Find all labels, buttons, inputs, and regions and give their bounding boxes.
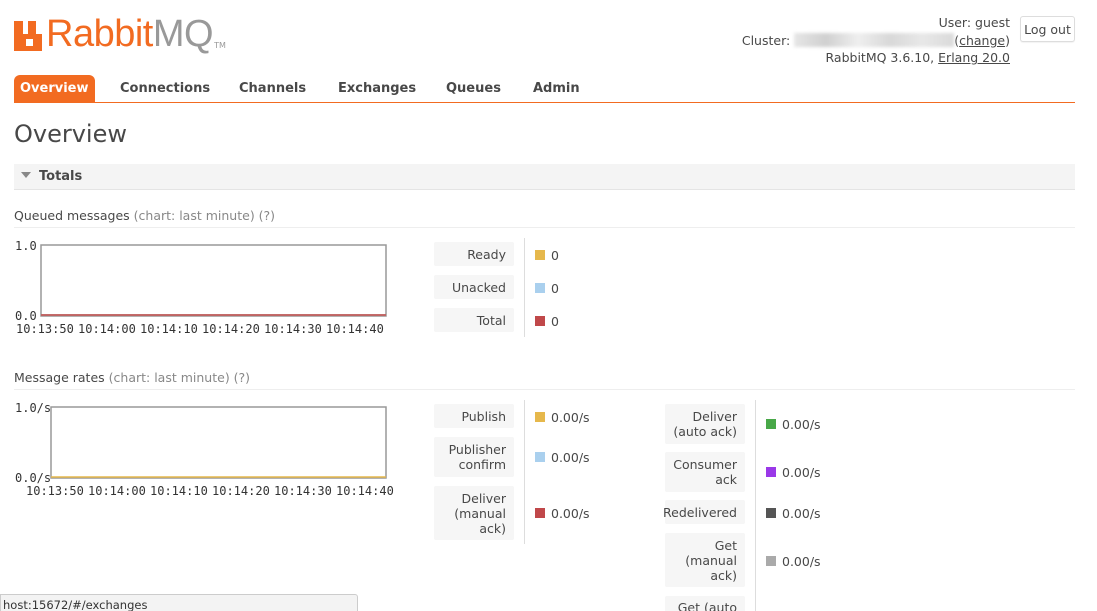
publish-swatch-icon [535, 412, 545, 422]
queued-chart-plot-area [40, 244, 387, 317]
redelivered-label: Redelivered [663, 500, 745, 524]
logo-trademark: TM [214, 41, 226, 50]
queued-total-label: Total [434, 308, 514, 332]
totals-section-title: Totals [39, 169, 83, 184]
rates-chart-xtick-1: 10:14:00 [88, 484, 146, 498]
message-rates-title: Message rates [14, 370, 105, 385]
queued-chart-xtick-2: 10:14:10 [140, 322, 198, 336]
cluster-name-redacted [794, 32, 955, 47]
consumer-ack-swatch-icon [766, 467, 776, 477]
queued-ready-value: 0 [535, 247, 559, 263]
queued-chart-xtick-1: 10:14:00 [78, 322, 136, 336]
user-name: guest [975, 15, 1010, 30]
consumer-ack-label: Consumer ack [665, 452, 745, 492]
rates-chart-ytick-min: 0.0/s [15, 471, 51, 485]
deliver-auto-ack-value: 0.00/s [766, 416, 821, 432]
message-rates-chart: 1.0/s 0.0/s10:13:50 10:14:00 10:14:10 10:14:… [15, 401, 394, 498]
browser-status-bar: host:15672/#/exchanges [0, 594, 358, 611]
queued-messages-heading: Queued messages (chart: last minute) (?) [14, 208, 1075, 228]
user-label: User: [938, 15, 972, 30]
queued-unacked-value: 0 [535, 280, 559, 296]
ready-swatch-icon [535, 250, 545, 260]
main-nav-tabs: Overview Connections Channels Exchanges … [14, 75, 1075, 103]
tab-channels[interactable]: Channels [233, 75, 312, 102]
queued-chart-ytick-min: 0.0 [15, 309, 37, 323]
rates-chart-ytick-max: 1.0/s [15, 401, 51, 415]
deliver-manual-ack-label: Deliver (manual ack) [434, 486, 514, 540]
get-manual-ack-label: Get (manual ack) [665, 533, 745, 587]
redelivered-value: 0.00/s [766, 505, 821, 521]
consumer-ack-value: 0.00/s [766, 464, 821, 480]
queued-chart-xtick-3: 10:14:20 [202, 322, 260, 336]
get-manual-ack-value: 0.00/s [766, 553, 821, 569]
tab-overview[interactable]: Overview [14, 75, 95, 102]
queued-chart-xtick-4: 10:14:30 [264, 322, 322, 336]
queued-messages-title: Queued messages [14, 208, 130, 223]
queued-chart-xtick-0: 10:13:50 [16, 322, 74, 336]
tab-queues[interactable]: Queues [440, 75, 507, 102]
page-title: Overview [14, 120, 127, 148]
deliver-auto-ack-label: Deliver (auto ack) [665, 404, 745, 444]
rates-chart-xtick-0: 10:13:50 [26, 484, 84, 498]
rates-chart-xtick-2: 10:14:10 [150, 484, 208, 498]
queued-chart-options-link[interactable]: (chart: last minute) (?) [134, 208, 275, 223]
totals-section-toggle[interactable]: Totals [14, 164, 1075, 190]
version-text: RabbitMQ 3.6.10, [825, 50, 935, 65]
publish-label: Publish [434, 404, 514, 428]
redelivered-swatch-icon [766, 508, 776, 518]
collapse-triangle-icon [21, 172, 31, 178]
rabbitmq-logo-icon [14, 21, 42, 51]
erlang-link[interactable]: Erlang 20.0 [938, 50, 1010, 65]
publisher-confirm-label: Publisher confirm [434, 437, 514, 477]
rabbitmq-logo[interactable]: RabbitMQ TM [14, 14, 226, 54]
publisher-confirm-swatch-icon [535, 452, 545, 462]
cluster-row: Cluster: (change) [741, 32, 1010, 48]
cluster-label: Cluster: [741, 32, 791, 48]
queued-chart-xtick-5: 10:14:40 [326, 322, 384, 336]
user-row: User: guest [742, 14, 1010, 32]
message-rates-heading: Message rates (chart: last minute) (?) [14, 370, 1075, 390]
queued-divider [524, 238, 525, 337]
queued-chart-ytick-max: 1.0 [15, 239, 37, 253]
queued-unacked-label: Unacked [434, 275, 514, 299]
unacked-swatch-icon [535, 283, 545, 293]
deliver-manual-swatch-icon [535, 508, 545, 518]
deliver-auto-swatch-icon [766, 419, 776, 429]
publish-value: 0.00/s [535, 409, 590, 425]
logout-button[interactable]: Log out [1020, 16, 1075, 42]
get-auto-ack-label: Get (auto [665, 596, 745, 611]
publisher-confirm-value: 0.00/s [535, 449, 590, 465]
version-row: RabbitMQ 3.6.10, Erlang 20.0 [742, 49, 1010, 67]
total-swatch-icon [535, 316, 545, 326]
rates-chart-options-link[interactable]: (chart: last minute) (?) [109, 370, 250, 385]
queued-ready-label: Ready [434, 242, 514, 266]
logo-text: RabbitMQ [46, 13, 214, 55]
queued-messages-chart: 1.0 0.010:13:50 10:14:00 10:14:10 10:14:20 10… [15, 239, 387, 336]
tab-admin[interactable]: Admin [527, 75, 586, 102]
rates-chart-xtick-3: 10:14:20 [212, 484, 270, 498]
rates-divider-1 [524, 400, 525, 544]
queued-total-value: 0 [535, 313, 559, 329]
change-cluster-link[interactable]: change [959, 33, 1005, 48]
deliver-manual-ack-value: 0.00/s [535, 505, 590, 521]
rates-divider-2 [755, 400, 756, 611]
get-manual-swatch-icon [766, 556, 776, 566]
rates-chart-plot-area [50, 406, 387, 479]
tab-exchanges[interactable]: Exchanges [332, 75, 422, 102]
rates-chart-xtick-5: 10:14:40 [336, 484, 394, 498]
rates-chart-xtick-4: 10:14:30 [274, 484, 332, 498]
tab-connections[interactable]: Connections [114, 75, 216, 102]
header-info: User: guest Cluster: (change) RabbitMQ 3.… [742, 14, 1010, 67]
